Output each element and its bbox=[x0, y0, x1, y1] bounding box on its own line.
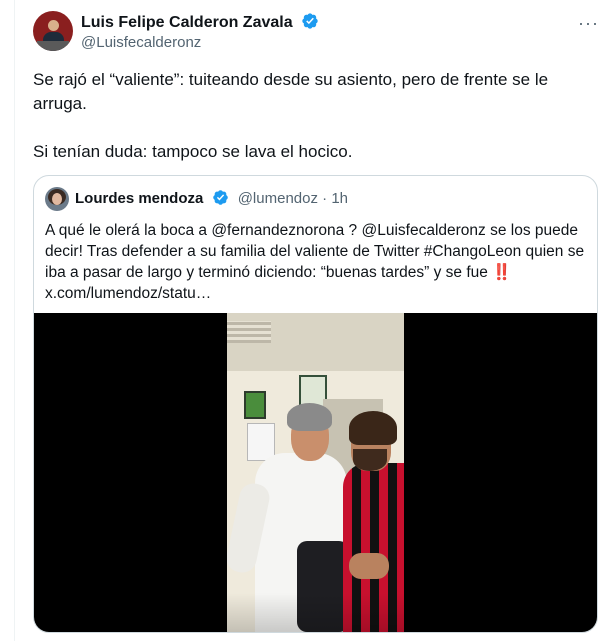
avatar-podium bbox=[37, 41, 69, 51]
quoted-meta-row: Lourdes mendoza @lumendoz · 1h bbox=[75, 189, 348, 209]
author-handle[interactable]: @Luisfecalderonz bbox=[81, 33, 201, 53]
verified-badge-icon bbox=[302, 13, 318, 29]
quoted-tweet-card[interactable]: Lourdes mendoza @lumendoz · 1h A qué le … bbox=[33, 175, 598, 633]
video-person-2-beard bbox=[353, 449, 387, 471]
quoted-separator: · bbox=[317, 190, 332, 207]
author-name[interactable]: Luis Felipe Calderon Zavala bbox=[81, 14, 293, 31]
video-person-2-arm bbox=[349, 553, 389, 579]
video-person-2-hair bbox=[349, 411, 397, 445]
tweet-header: Luis Felipe Calderon Zavala @Luisfecalde… bbox=[33, 11, 603, 55]
quoted-avatar-face bbox=[52, 193, 62, 205]
more-options-icon[interactable]: ··· bbox=[578, 13, 599, 34]
quoted-author-handle[interactable]: @lumendoz bbox=[238, 190, 318, 207]
tweet-text-paragraph-2: Si tenían duda: tampoco se lava el hocic… bbox=[33, 142, 353, 161]
avatar-head bbox=[48, 20, 59, 31]
quoted-time[interactable]: 1h bbox=[331, 190, 348, 207]
video-floor-shadow bbox=[227, 593, 404, 632]
quoted-verified-badge-icon bbox=[212, 190, 228, 205]
tweet-text-paragraph-1: Se rajó el “valiente”: tuiteando desde s… bbox=[33, 70, 549, 113]
video-person-1-hair bbox=[287, 403, 332, 431]
quoted-author-avatar[interactable] bbox=[45, 187, 69, 211]
video-vent bbox=[227, 321, 271, 343]
author-name-row[interactable]: Luis Felipe Calderon Zavala bbox=[81, 12, 319, 33]
video-frame bbox=[227, 313, 404, 632]
video-exit-sign bbox=[244, 391, 266, 419]
video-player[interactable] bbox=[34, 313, 597, 632]
timeline-divider bbox=[14, 0, 15, 641]
quoted-tweet-text: A qué le olerá la boca a @fernandeznoron… bbox=[45, 222, 585, 302]
author-avatar[interactable] bbox=[33, 11, 73, 51]
quoted-author-name[interactable]: Lourdes mendoza bbox=[75, 190, 203, 207]
